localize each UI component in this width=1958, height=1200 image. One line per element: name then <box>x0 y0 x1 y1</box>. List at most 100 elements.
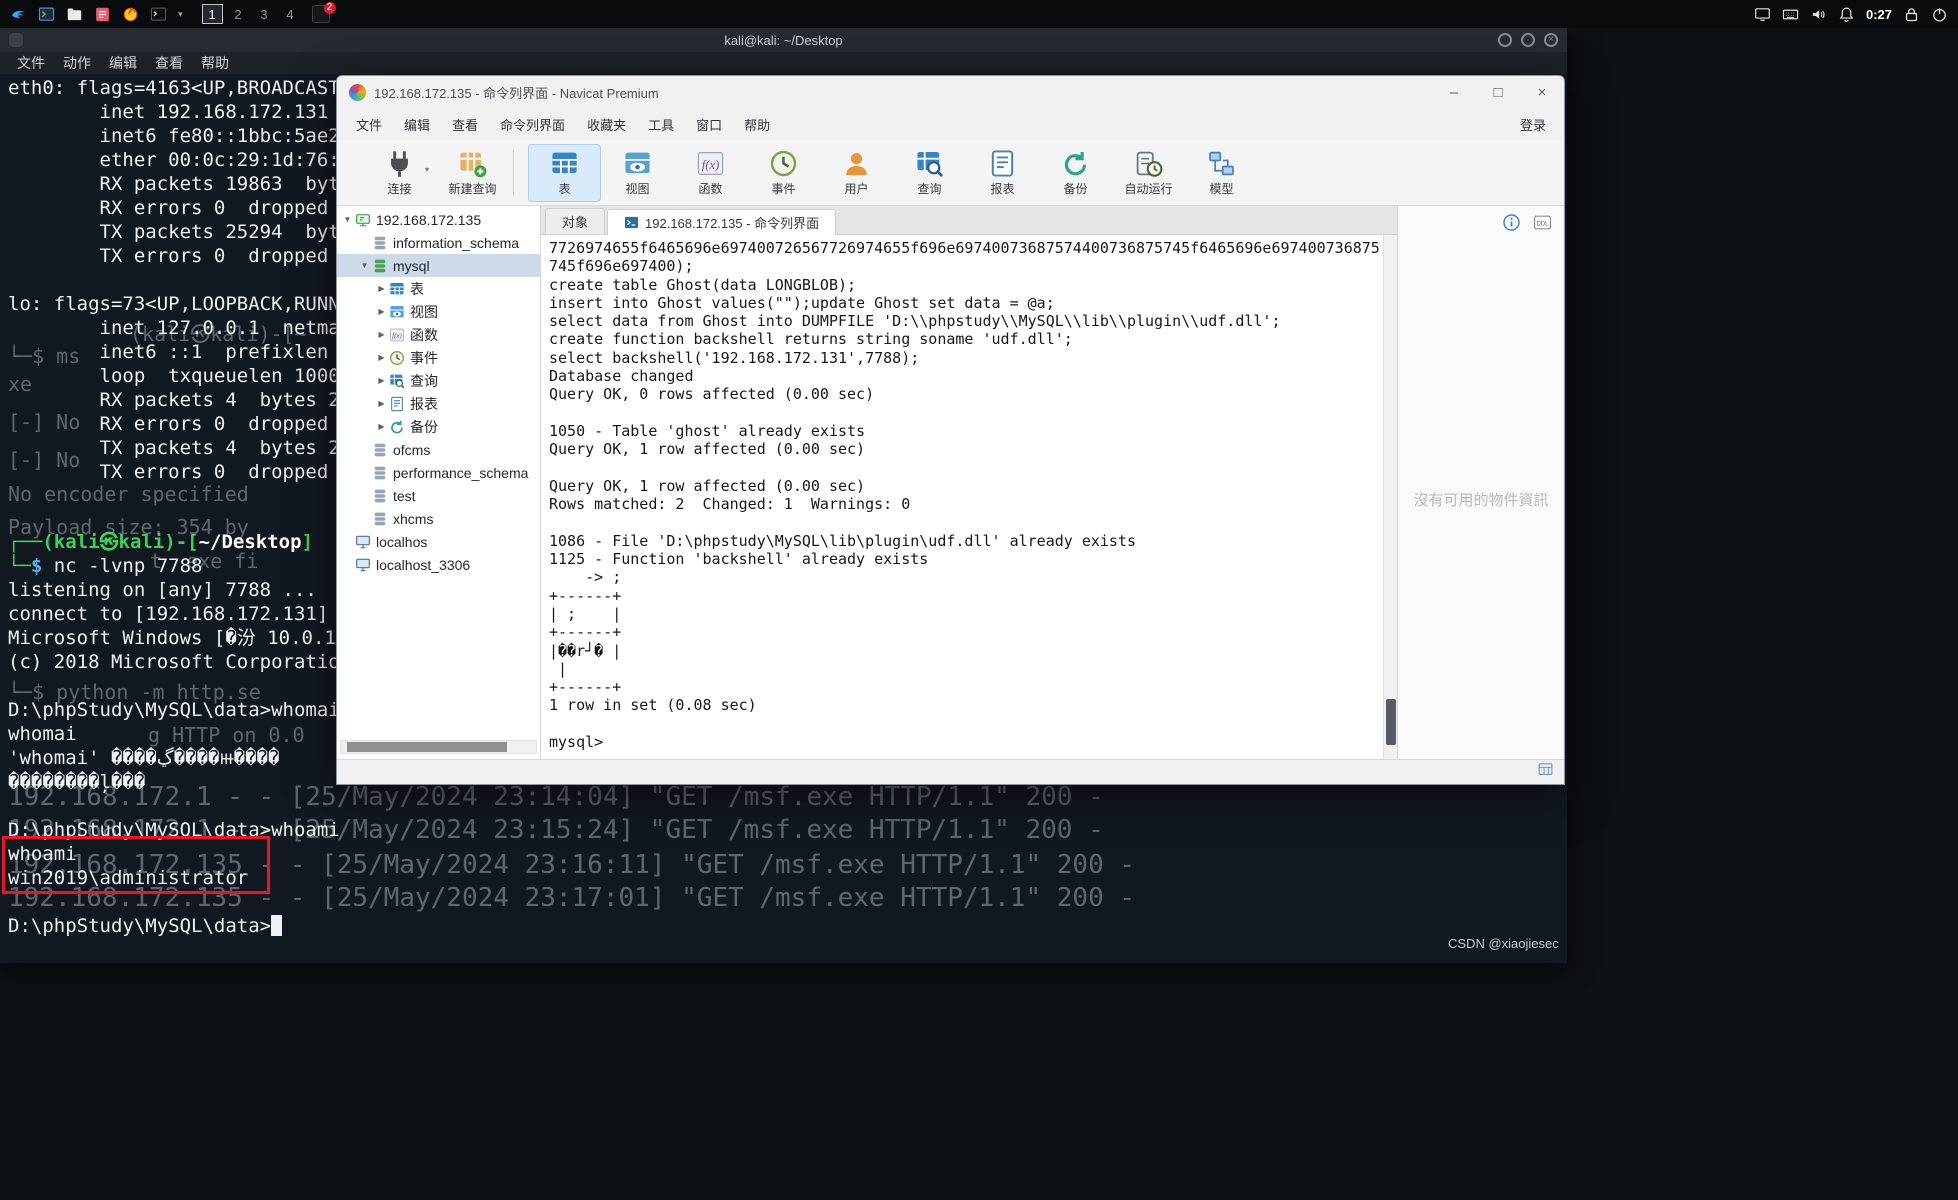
tree-expand-arrow[interactable]: ▶ <box>375 330 388 339</box>
toolbar-button-report[interactable]: 报表 <box>966 144 1039 202</box>
tree-item-information_schema[interactable]: information_schema <box>337 231 540 254</box>
tree-item-label: ofcms <box>393 442 430 458</box>
kali-logo-icon[interactable] <box>10 6 27 23</box>
no-object-info-text: 沒有可用的物件資訊 <box>1402 489 1560 510</box>
tree-item-performance_schema[interactable]: performance_schema <box>337 461 540 484</box>
menu-item[interactable]: 查看 <box>441 115 489 134</box>
minimize-button[interactable] <box>1498 33 1512 47</box>
menu-item[interactable]: 窗口 <box>685 115 733 134</box>
tab-label: 对象 <box>562 212 588 231</box>
workspace-button-2[interactable]: 2 <box>228 4 249 24</box>
tree-item-localhos[interactable]: localhos <box>337 530 540 553</box>
tree-item-报表[interactable]: ▶报表 <box>337 392 540 415</box>
menu-item[interactable]: 编辑 <box>393 115 441 134</box>
command-console[interactable]: 7726974655f6465696e697400726567726974655… <box>541 235 1397 759</box>
toolbar-button-model[interactable]: 模型 <box>1185 144 1258 202</box>
toolbar-button-backup[interactable]: 备份 <box>1039 144 1112 202</box>
tree-expand-arrow[interactable]: ▼ <box>358 261 371 270</box>
keyboard-icon[interactable] <box>1782 6 1799 23</box>
files-app-icon[interactable] <box>66 6 83 23</box>
navicat-body: ▼192.168.172.135information_schema▼mysql… <box>337 206 1564 759</box>
power-icon <box>1931 6 1948 23</box>
console-icon <box>624 215 639 230</box>
tree-horizontal-scrollbar[interactable] <box>340 740 537 754</box>
login-button[interactable]: 登录 <box>1520 115 1546 134</box>
tree-item-查询[interactable]: ▶查询 <box>337 369 540 392</box>
menu-item[interactable]: 命令列界面 <box>489 115 576 134</box>
toolbar-button-new-query[interactable]: 新建查询 <box>436 144 509 202</box>
tree-expand-arrow[interactable]: ▶ <box>375 307 388 316</box>
tree-expand-arrow[interactable]: ▶ <box>375 353 388 362</box>
terminal-dropdown-icon[interactable] <box>150 6 167 23</box>
menu-item[interactable]: 文件 <box>345 115 393 134</box>
tree-item-xhcms[interactable]: xhcms <box>337 507 540 530</box>
info-icon[interactable] <box>1502 213 1521 237</box>
power-icon[interactable] <box>1931 6 1948 23</box>
workspace-button-3[interactable]: 3 <box>254 4 275 24</box>
toolbar-button-query[interactable]: 查询 <box>893 144 966 202</box>
maximize-button[interactable] <box>1521 33 1535 47</box>
terminal-app-icon[interactable] <box>38 6 55 23</box>
tab-192.168.172.135 - 命令列界面[interactable]: 192.168.172.135 - 命令列界面 <box>607 209 836 235</box>
terminal-menu-item[interactable]: 编辑 <box>100 53 146 73</box>
terminal-titlebar[interactable]: kali@kali: ~/Desktop × <box>0 28 1567 52</box>
console-scrollbar[interactable] <box>1383 235 1397 759</box>
toolbar-button-table[interactable]: 表 <box>528 144 601 202</box>
terminal-menu-item[interactable]: 帮助 <box>192 53 238 73</box>
toolbar-button-automation[interactable]: 自动运行 <box>1112 144 1185 202</box>
toolbar-button-event[interactable]: 事件 <box>747 144 820 202</box>
ddl-icon[interactable]: DDL <box>1533 213 1552 237</box>
close-button[interactable]: × <box>1544 33 1558 47</box>
toolbar-button-user[interactable]: 用户 <box>820 144 893 202</box>
tab-bar: 对象 192.168.172.135 - 命令列界面 <box>541 206 1397 235</box>
tree-item-ofcms[interactable]: ofcms <box>337 438 540 461</box>
console-output[interactable]: 7726974655f6465696e697400726567726974655… <box>541 235 1397 751</box>
database-icon <box>372 511 388 527</box>
toolbar-button-function[interactable]: f(x)函数 <box>674 144 747 202</box>
kali-icon <box>10 6 27 23</box>
close-button[interactable]: × <box>1520 76 1564 109</box>
tree-expand-arrow[interactable]: ▶ <box>375 284 388 293</box>
scrollbar-thumb[interactable] <box>1386 699 1396 745</box>
tree-expand-arrow[interactable]: ▶ <box>375 399 388 408</box>
toolbar-button-connect[interactable]: ▾连接 <box>363 144 436 202</box>
tree-expand-arrow[interactable]: ▼ <box>341 215 354 224</box>
volume-icon[interactable] <box>1810 6 1827 23</box>
tree-item-表[interactable]: ▶表 <box>337 277 540 300</box>
menu-item[interactable]: 工具 <box>637 115 685 134</box>
workspace-button-1[interactable]: 1 <box>202 4 223 24</box>
bell-icon[interactable] <box>1838 6 1855 23</box>
minimize-button[interactable]: – <box>1432 76 1476 109</box>
scrollbar-thumb[interactable] <box>347 742 507 752</box>
tab-对象[interactable]: 对象 <box>545 208 605 234</box>
firefox-app-icon[interactable] <box>122 6 139 23</box>
terminal-menu-item[interactable]: 动作 <box>54 53 100 73</box>
chevron-down-icon[interactable]: ▾ <box>178 9 183 20</box>
navicat-titlebar[interactable]: 192.168.172.135 - 命令列界面 - Navicat Premiu… <box>337 76 1564 109</box>
tree-item-test[interactable]: test <box>337 484 540 507</box>
toolbar-button-label: 表 <box>558 180 570 197</box>
tree-expand-arrow[interactable]: ▶ <box>375 376 388 385</box>
text-editor-app-icon[interactable] <box>94 6 111 23</box>
tree-item-192.168.172.135[interactable]: ▼192.168.172.135 <box>337 208 540 231</box>
tree-item-视图[interactable]: ▶视图 <box>337 300 540 323</box>
tree-item-label: 表 <box>410 279 424 299</box>
notification-app-icon[interactable]: 2 <box>312 5 330 23</box>
workspace-button-4[interactable]: 4 <box>280 4 301 24</box>
tree-item-函数[interactable]: ▶f(x)函数 <box>337 323 540 346</box>
clock[interactable]: 0:27 <box>1866 7 1892 22</box>
menu-item[interactable]: 帮助 <box>733 115 781 134</box>
toolbar-button-view[interactable]: 视图 <box>601 144 674 202</box>
display-icon[interactable] <box>1754 6 1771 23</box>
grid-view-icon[interactable] <box>1537 761 1554 783</box>
terminal-menu-item[interactable]: 查看 <box>146 53 192 73</box>
maximize-button[interactable]: □ <box>1476 76 1520 109</box>
tree-expand-arrow[interactable]: ▶ <box>375 422 388 431</box>
tree-item-mysql[interactable]: ▼mysql <box>337 254 540 277</box>
terminal-menu-item[interactable]: 文件 <box>8 53 54 73</box>
tree-item-事件[interactable]: ▶事件 <box>337 346 540 369</box>
menu-item[interactable]: 收藏夹 <box>576 115 637 134</box>
tree-item-localhost_3306[interactable]: localhost_3306 <box>337 553 540 576</box>
tree-item-备份[interactable]: ▶备份 <box>337 415 540 438</box>
lock-icon[interactable] <box>1903 6 1920 23</box>
